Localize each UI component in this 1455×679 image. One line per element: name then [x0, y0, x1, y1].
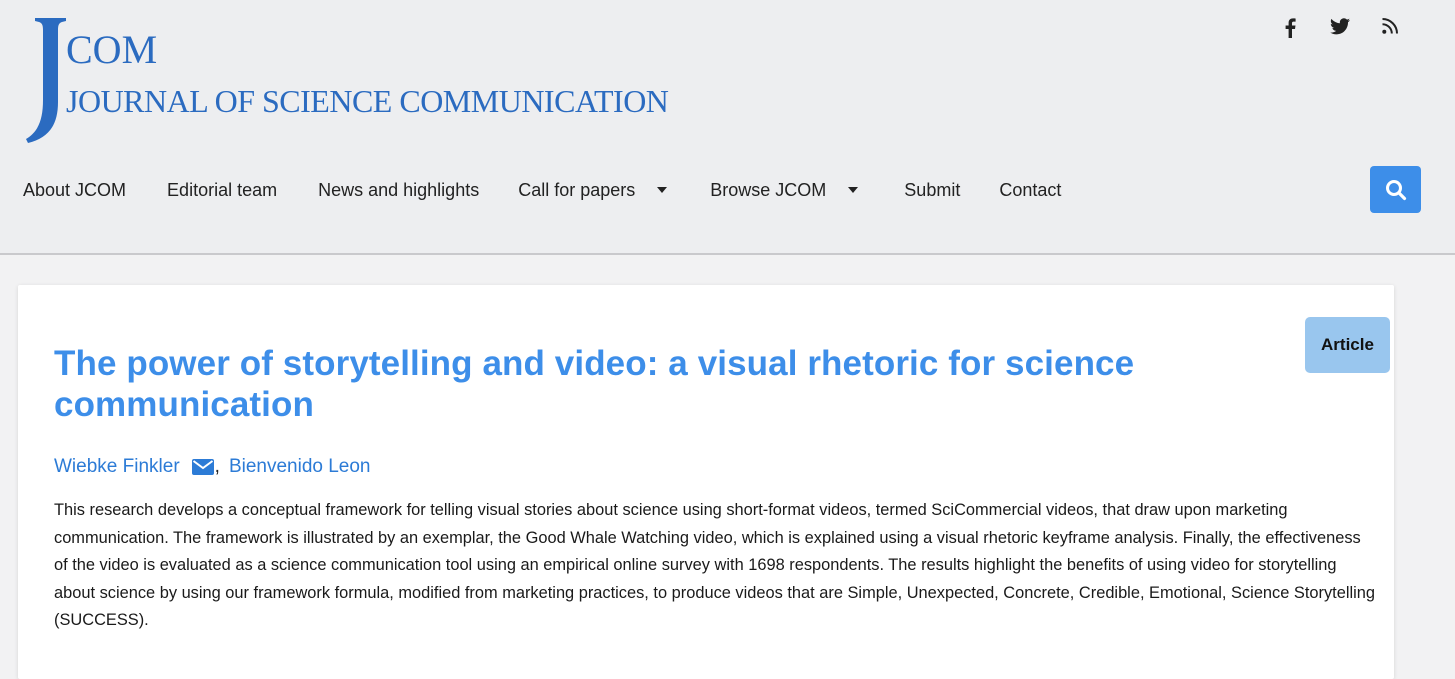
author-link[interactable]: Bienvenido Leon [229, 456, 371, 478]
logo-j-letter [26, 18, 66, 143]
caret-down-icon [657, 187, 668, 193]
author-link[interactable]: Wiebke Finkler [54, 456, 180, 478]
site-header: COM JOURNAL OF SCIENCE COMMUNICATION Abo… [0, 0, 1455, 255]
nav-news-and-highlights[interactable]: News and highlights [318, 180, 479, 201]
logo-com-text: COM [66, 27, 158, 72]
article-abstract: This research develops a conceptual fram… [54, 501, 1375, 629]
nav-about-jcom-label: About JCOM [23, 179, 127, 200]
nav-browse-jcom[interactable]: Browse JCOM [710, 179, 859, 201]
nav-browse-jcom-label: Browse JCOM [710, 179, 827, 200]
social-links [1265, 18, 1415, 44]
nav-editorial-team[interactable]: Editorial team [167, 180, 277, 201]
article-authors: Wiebke Finkler , Bienvenido Leon [54, 456, 371, 478]
article-type-badge: Article [1305, 317, 1390, 373]
jcom-logo[interactable]: COM JOURNAL OF SCIENCE COMMUNICATION [22, 14, 782, 149]
facebook-icon[interactable] [1265, 18, 1315, 44]
nav-call-for-papers[interactable]: Call for papers [518, 179, 668, 201]
nav-submit-label: Submit [904, 179, 961, 200]
nav-contact-label: Contact [999, 179, 1062, 200]
author-separator: , [214, 456, 220, 477]
rss-icon[interactable] [1365, 18, 1415, 44]
email-icon[interactable] [191, 459, 214, 475]
nav-editorial-team-label: Editorial team [167, 179, 278, 200]
main-nav: About JCOM Editorial team News and highl… [23, 172, 1061, 208]
nav-submit[interactable]: Submit [904, 180, 960, 201]
nav-about-jcom[interactable]: About JCOM [23, 180, 126, 201]
logo-journal-name: JOURNAL OF SCIENCE COMMUNICATION [66, 83, 669, 119]
nav-contact[interactable]: Contact [999, 180, 1061, 201]
nav-call-for-papers-label: Call for papers [518, 179, 636, 200]
search-button[interactable] [1370, 166, 1421, 213]
twitter-icon[interactable] [1315, 18, 1365, 44]
search-icon [1385, 179, 1406, 200]
nav-news-and-highlights-label: News and highlights [318, 179, 480, 200]
article-card: Article The power of storytelling and vi… [18, 285, 1394, 679]
caret-down-icon [848, 187, 859, 193]
article-title[interactable]: The power of storytelling and video: a v… [54, 343, 1264, 425]
